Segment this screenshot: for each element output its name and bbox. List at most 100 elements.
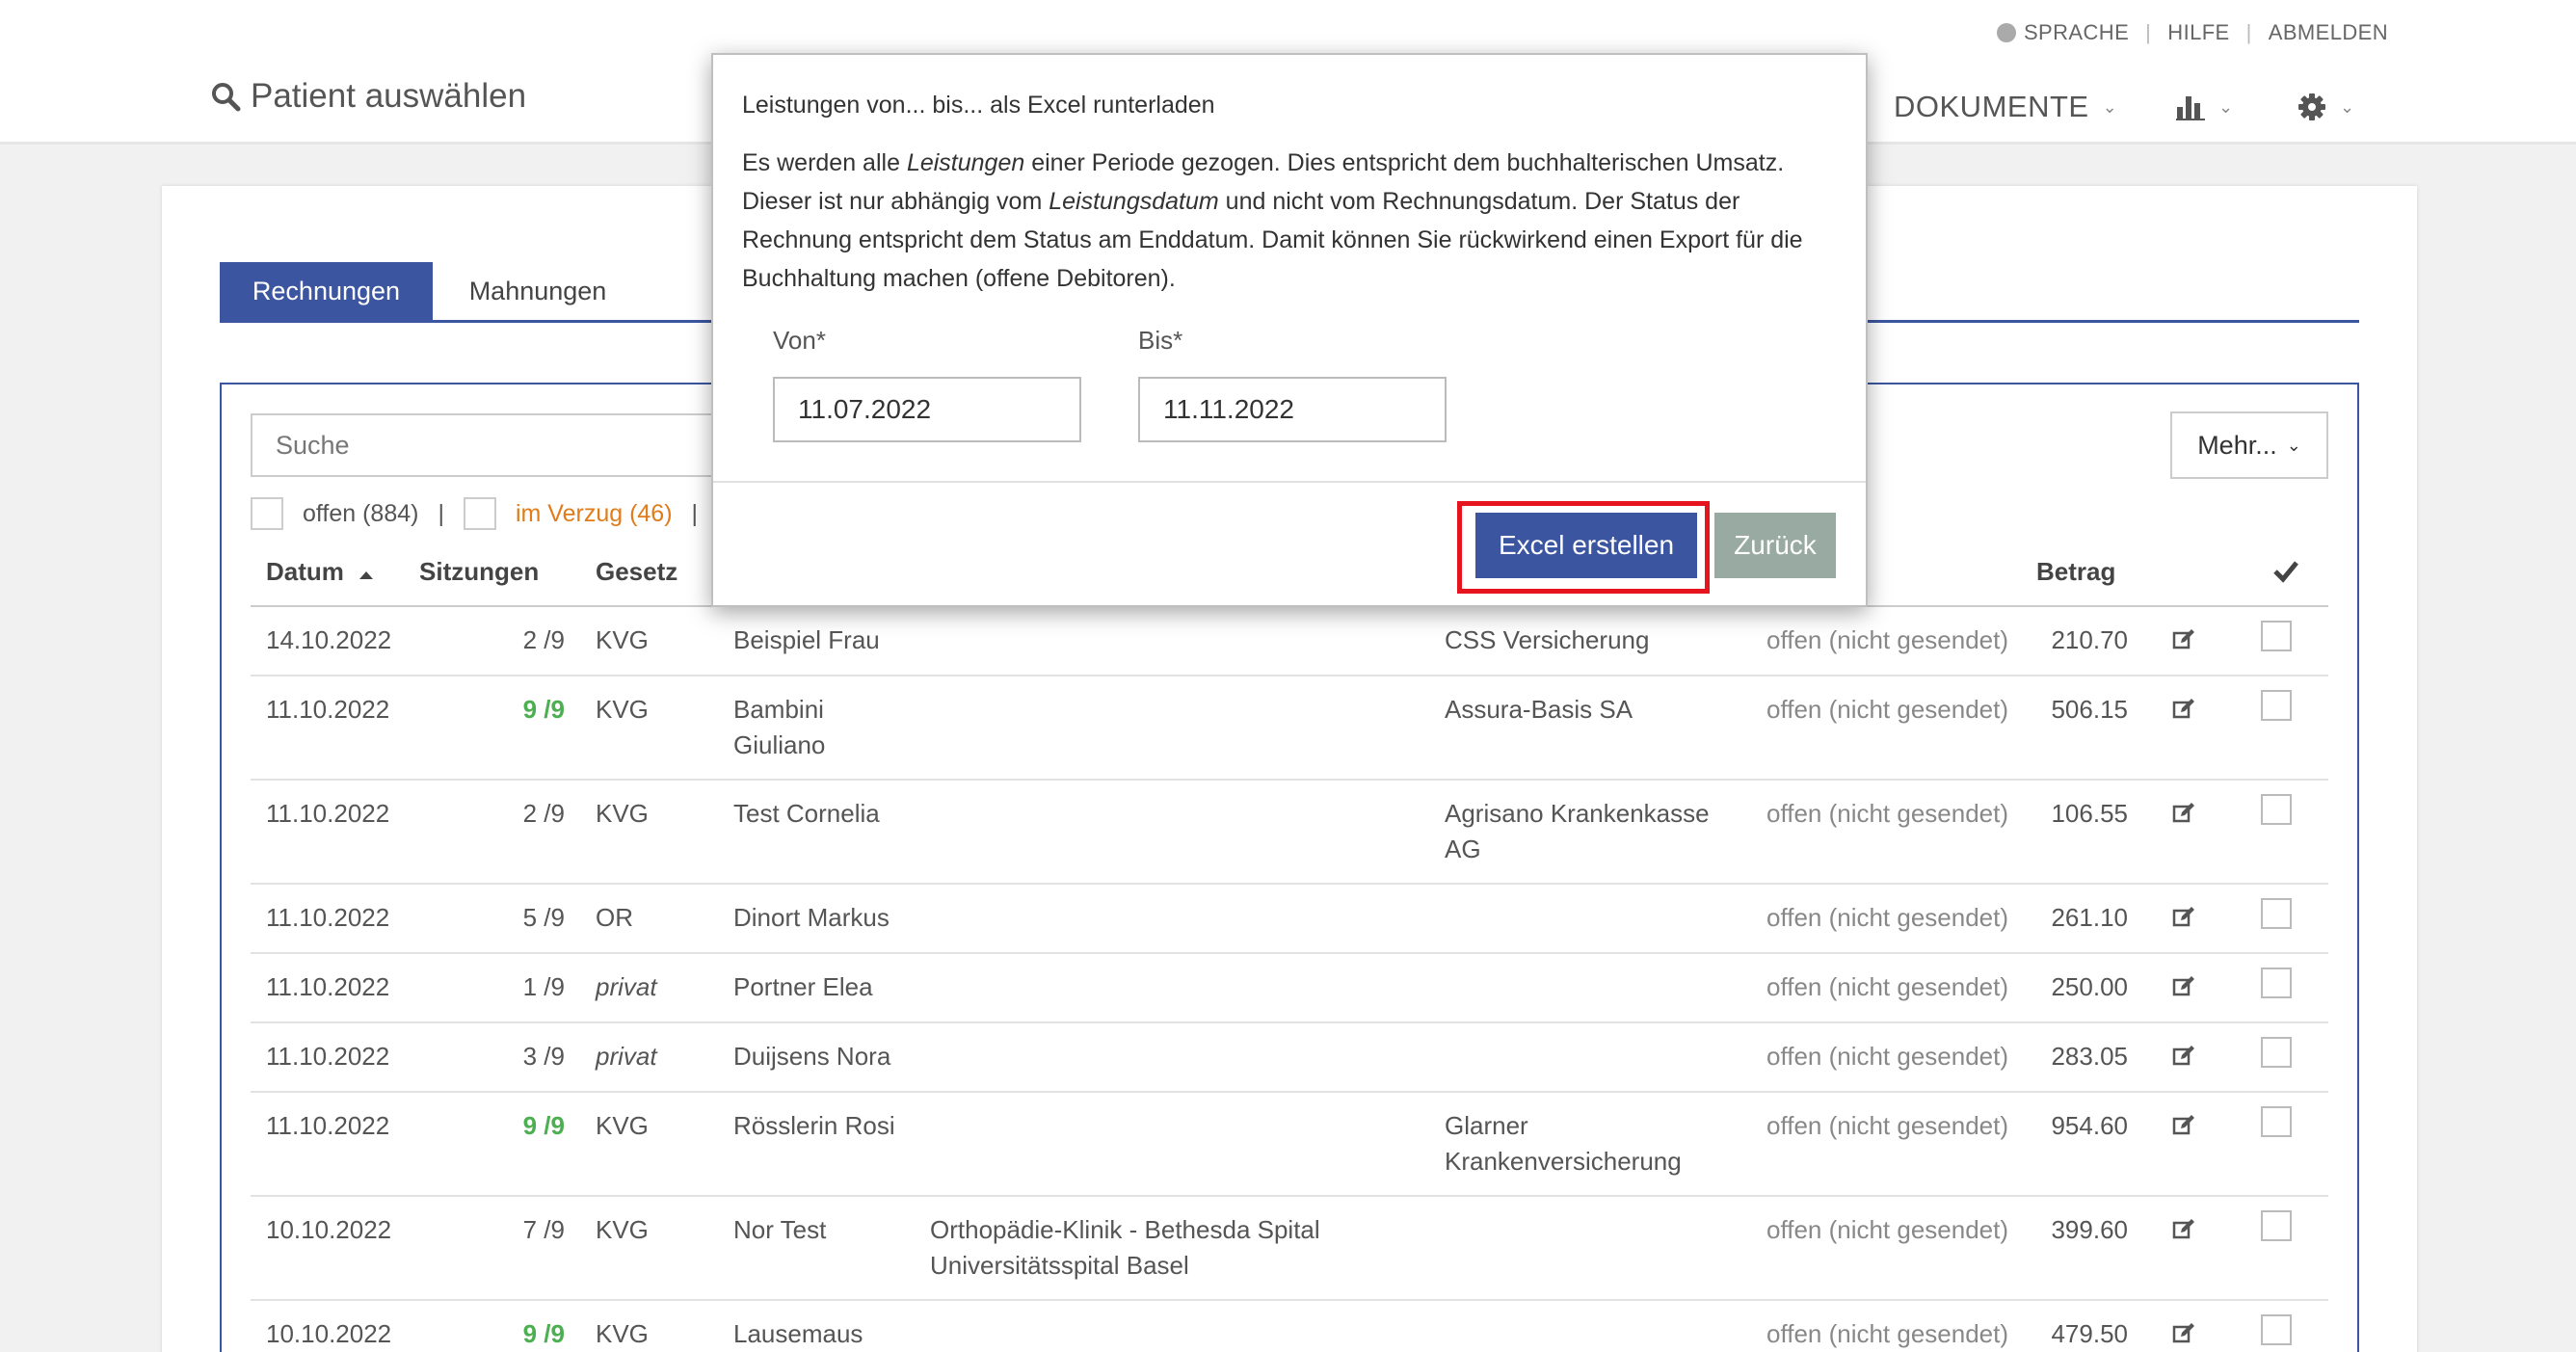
chevron-down-icon: ⌄	[2340, 96, 2355, 117]
cell-amount: 261.10	[2051, 903, 2128, 932]
table-row[interactable]: 11.10.2022 9 /9 KVG Bambini Giuliano Assura-B…	[251, 676, 2328, 781]
edit-icon[interactable]	[2172, 1114, 2195, 1137]
column-header-law[interactable]: Gesetz	[596, 557, 677, 587]
tab-reminders[interactable]: Mahnungen	[433, 262, 643, 320]
cell-patient-line: Portner Elea	[733, 972, 873, 1001]
table-row[interactable]: 11.10.2022 2 /9 KVG Test Cornelia Agrisano K…	[251, 781, 2328, 885]
from-date-input[interactable]: 11.07.2022	[773, 377, 1081, 442]
cell-date: 10.10.2022	[266, 1319, 392, 1348]
table-row[interactable]: 11.10.2022 9 /9 KVG Rösslerin Rosi Glarner Kr…	[251, 1093, 2328, 1197]
cell-status: offen (nicht gesendet)	[1766, 903, 2009, 932]
help-link[interactable]: HILFE	[2167, 20, 2229, 45]
dialog-description: Es werden alle Leistungen einer Periode …	[742, 144, 1831, 298]
nav-documents[interactable]: DOKUMENTE ⌄	[1894, 85, 2117, 129]
filter-open-checkbox[interactable]	[251, 497, 283, 530]
cell-patient: Portner Elea	[733, 969, 873, 1005]
cell-patient-line: Nor Test	[733, 1215, 827, 1244]
table-row[interactable]: 11.10.2022 1 /9 privat Portner Elea offen (n…	[251, 954, 2328, 1023]
cell-law: OR	[596, 903, 633, 932]
separator: |	[2245, 20, 2252, 44]
column-header-sessions[interactable]: Sitzungen	[419, 557, 539, 587]
nav-settings[interactable]: ⌄	[2297, 85, 2354, 129]
table-row[interactable]: 11.10.2022 3 /9 privat Duijsens Nora offen (…	[251, 1023, 2328, 1093]
cell-insurer-line: Agrisano Krankenkasse	[1445, 799, 1710, 828]
cell-patient-line: Beispiel Frau	[733, 625, 880, 654]
cell-amount: 210.70	[2051, 625, 2128, 654]
edit-icon[interactable]	[2172, 698, 2195, 721]
row-checkbox[interactable]	[2261, 794, 2292, 825]
language-link[interactable]: SPRACHE	[2024, 20, 2129, 45]
checkmark-icon[interactable]	[2272, 559, 2299, 584]
more-dropdown-button[interactable]: Mehr... ⌄	[2170, 411, 2328, 479]
cell-patient-line: Lausemaus	[733, 1319, 863, 1348]
back-button[interactable]: Zurück	[1714, 513, 1836, 578]
edit-icon[interactable]	[2172, 1045, 2195, 1068]
cell-amount: 250.00	[2051, 972, 2128, 1001]
cell-amount: 479.50	[2051, 1319, 2128, 1348]
sort-asc-icon	[359, 571, 374, 579]
to-date-input[interactable]: 11.11.2022	[1138, 377, 1447, 442]
row-checkbox[interactable]	[2261, 1210, 2292, 1241]
patient-select-label: Patient auswählen	[251, 77, 527, 115]
excel-create-button[interactable]: Excel erstellen	[1475, 513, 1697, 578]
cell-patient: Lausemaus	[733, 1316, 863, 1352]
dialog-divider	[713, 481, 1866, 483]
cell-amount: 506.15	[2051, 695, 2128, 724]
column-header-amount[interactable]: Betrag	[2036, 557, 2115, 587]
description-text: Es werden alle	[742, 149, 907, 176]
cell-date: 11.10.2022	[266, 903, 390, 932]
gear-icon	[2298, 93, 2325, 120]
row-checkbox[interactable]	[2261, 1037, 2292, 1068]
emphasis-text: Leistungsdatum	[1049, 188, 1219, 215]
cell-insurer-line: AG	[1445, 835, 1481, 863]
cell-patient: Nor Test	[733, 1212, 826, 1248]
cell-date: 11.10.2022	[266, 799, 390, 828]
chevron-down-icon: ⌄	[2286, 435, 2301, 455]
cell-referrer-line: Orthopädie-Klinik - Bethesda Spital	[930, 1215, 1320, 1244]
edit-icon[interactable]	[2172, 975, 2195, 998]
cell-insurer: Assura-Basis SA	[1445, 692, 1633, 728]
filter-overdue-checkbox[interactable]	[463, 497, 496, 530]
table-row[interactable]: 10.10.2022 7 /9 KVG Nor Test Orthopädie-Klin…	[251, 1197, 2328, 1301]
cell-law: KVG	[596, 1319, 649, 1348]
row-checkbox[interactable]	[2261, 621, 2292, 651]
cell-status: offen (nicht gesendet)	[1766, 1215, 2009, 1244]
nav-statistics[interactable]: ⌄	[2176, 85, 2233, 129]
separator: |	[691, 499, 699, 527]
filter-bar: offen (884) | im Verzug (46) |	[251, 496, 717, 531]
cell-date: 11.10.2022	[266, 695, 390, 724]
table-row[interactable]: 11.10.2022 5 /9 OR Dinort Markus offen (nich…	[251, 885, 2328, 954]
cell-sessions: 2 /9	[522, 625, 565, 654]
column-header-date[interactable]: Datum	[266, 557, 374, 587]
filter-open-label: offen (884)	[303, 499, 419, 527]
row-checkbox[interactable]	[2261, 1106, 2292, 1137]
row-checkbox[interactable]	[2261, 690, 2292, 721]
row-checkbox[interactable]	[2261, 968, 2292, 998]
edit-icon[interactable]	[2172, 1218, 2195, 1241]
cell-sessions: 5 /9	[522, 903, 565, 932]
utility-nav: SPRACHE | HILFE | ABMELDEN	[1996, 18, 2388, 47]
edit-icon[interactable]	[2172, 628, 2195, 651]
cell-date: 11.10.2022	[266, 1042, 390, 1071]
row-checkbox[interactable]	[2261, 1314, 2292, 1345]
edit-icon[interactable]	[2172, 1322, 2195, 1345]
cell-insurer: Agrisano Krankenkasse AG	[1445, 796, 1710, 867]
edit-icon[interactable]	[2172, 906, 2195, 929]
cell-law: KVG	[596, 695, 649, 724]
edit-icon[interactable]	[2172, 802, 2195, 825]
cell-sessions: 2 /9	[522, 799, 565, 828]
cell-referrer: Orthopädie-Klinik - Bethesda Spital Unive…	[930, 1212, 1320, 1284]
cell-sessions: 3 /9	[522, 1042, 565, 1071]
to-label: Bis*	[1138, 326, 1183, 355]
table-row[interactable]: 14.10.2022 2 /9 KVG Beispiel Frau CSS Versic…	[251, 607, 2328, 676]
patient-select-button[interactable]: Patient auswählen	[210, 75, 526, 118]
logout-link[interactable]: ABMELDEN	[2269, 20, 2388, 45]
cell-patient-line: Duijsens Nora	[733, 1042, 891, 1071]
cell-status: offen (nicht gesendet)	[1766, 1042, 2009, 1071]
tab-invoices[interactable]: Rechnungen	[220, 262, 433, 320]
separator: |	[2145, 20, 2152, 44]
dialog-title: Leistungen von... bis... als Excel runte…	[742, 92, 1215, 119]
table-row[interactable]: 10.10.2022 9 /9 KVG Lausemaus offen (nicht g…	[251, 1301, 2328, 1352]
cell-law: KVG	[596, 799, 649, 828]
row-checkbox[interactable]	[2261, 898, 2292, 929]
